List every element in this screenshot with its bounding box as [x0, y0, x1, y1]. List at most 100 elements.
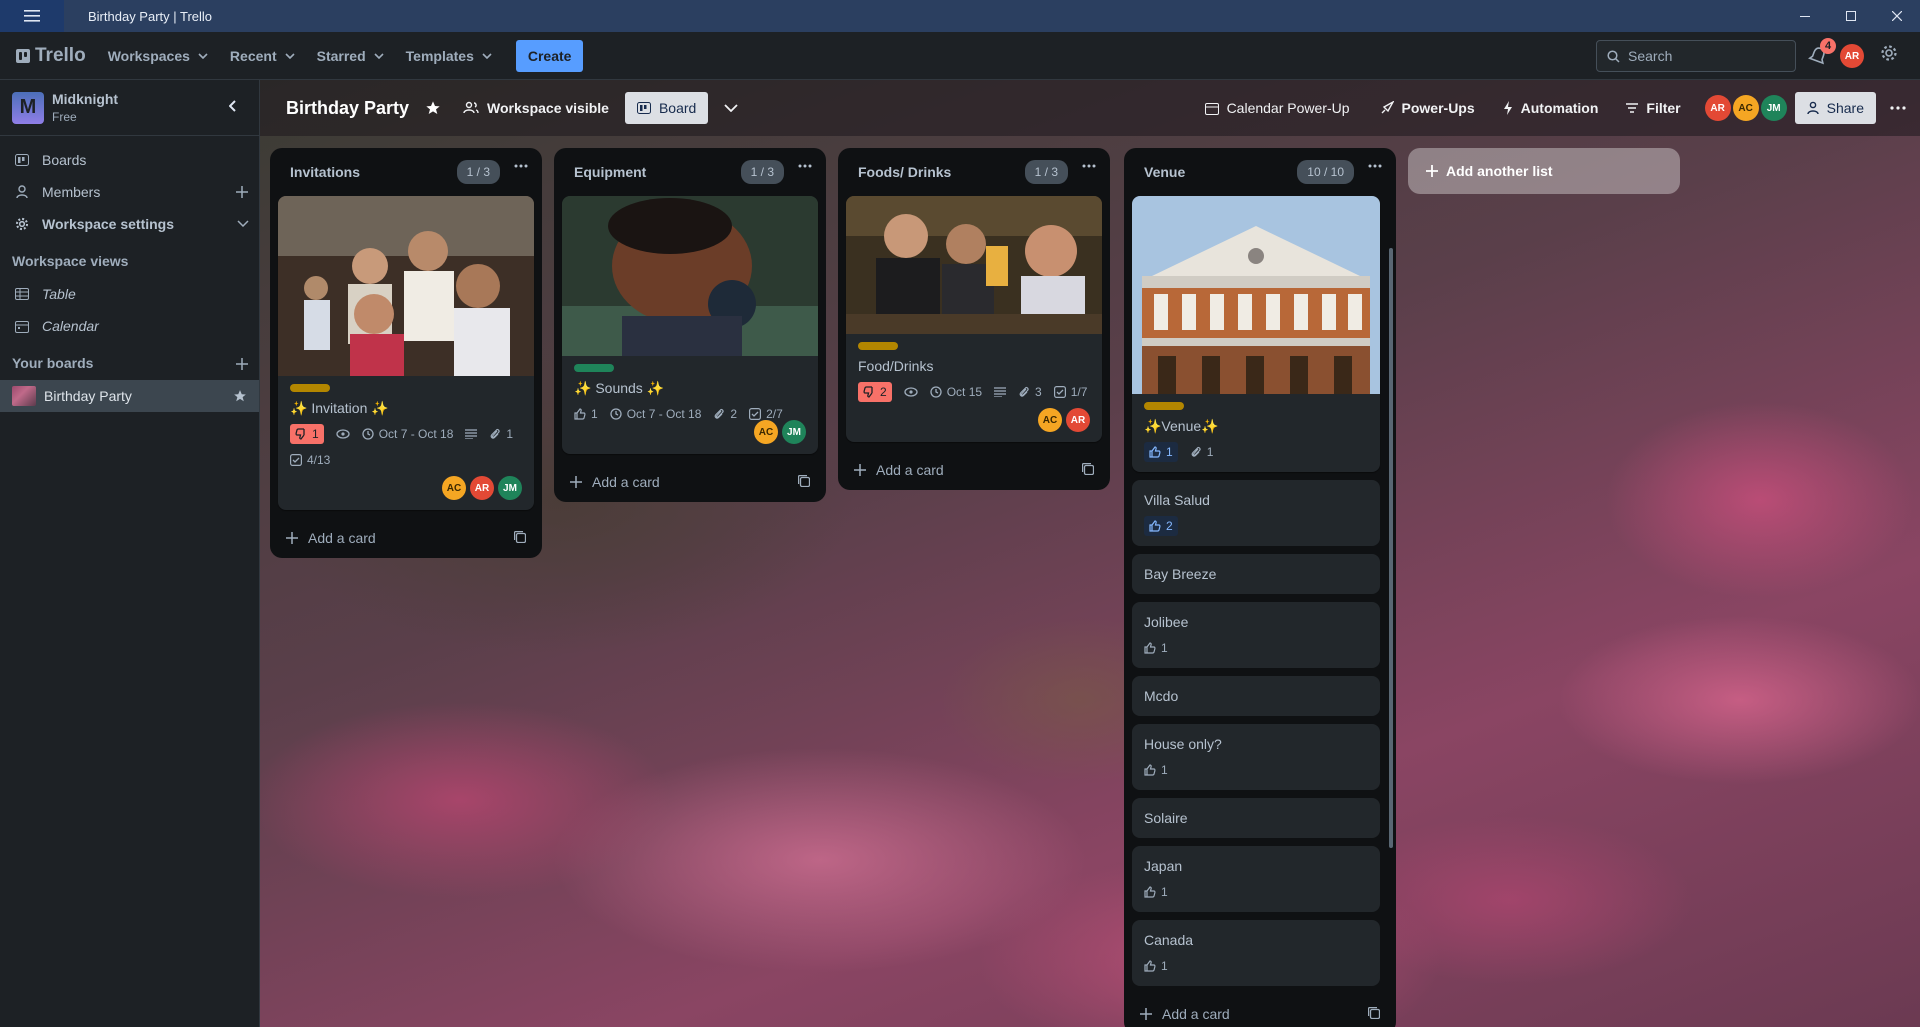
plus-icon	[286, 532, 298, 544]
views-dropdown-chevron-icon[interactable]	[724, 104, 738, 112]
board-thumbnail	[12, 386, 36, 406]
powerups-button[interactable]: Power-Ups	[1380, 100, 1475, 116]
card-label	[858, 342, 898, 350]
collapse-sidebar-icon[interactable]	[229, 100, 237, 112]
card-solaire[interactable]: Solaire	[1132, 798, 1380, 838]
chevron-down-icon	[482, 52, 492, 59]
list-title[interactable]: Venue	[1144, 164, 1185, 180]
workspaces-menu[interactable]: Workspaces	[108, 48, 208, 64]
calendar-powerup-button[interactable]: Calendar Power-Up	[1204, 100, 1350, 116]
sidebar-item-boards[interactable]: Boards	[0, 144, 259, 176]
filter-button[interactable]: Filter	[1626, 100, 1681, 116]
card-japan[interactable]: Japan 1	[1132, 846, 1380, 912]
thumbs-up-icon	[1149, 520, 1161, 532]
card-food-drinks[interactable]: Food/Drinks 2 Oct 15 3 1/7 AC AR	[846, 196, 1102, 442]
trello-logo[interactable]: Trello	[16, 45, 86, 67]
list-title[interactable]: Foods/ Drinks	[858, 164, 951, 180]
board-menu-icon[interactable]	[1890, 106, 1906, 110]
card-template-icon[interactable]	[514, 531, 526, 543]
minimize-button[interactable]	[1782, 0, 1828, 32]
close-window-button[interactable]	[1874, 0, 1920, 32]
search-input[interactable]: Search	[1596, 40, 1796, 72]
likes-badge: 1	[1144, 956, 1168, 976]
share-button[interactable]: Share	[1794, 92, 1876, 124]
card-template-icon[interactable]	[1082, 463, 1094, 475]
list-title[interactable]: Invitations	[290, 164, 360, 180]
add-card-button[interactable]: Add a card	[838, 450, 1110, 490]
hamburger-menu-button[interactable]	[0, 0, 64, 32]
avatar[interactable]: AR	[1704, 95, 1731, 121]
add-card-button[interactable]: Add a card	[1124, 994, 1396, 1027]
list-menu-icon[interactable]	[798, 164, 812, 168]
starred-menu[interactable]: Starred	[317, 48, 384, 64]
card-bay-breeze[interactable]: Bay Breeze	[1132, 554, 1380, 594]
dates-badge: Oct 7 - Oct 18	[362, 424, 453, 444]
add-card-button[interactable]: Add a card	[270, 518, 542, 558]
card-template-icon[interactable]	[798, 475, 810, 487]
attachments-badge: 1	[1190, 442, 1213, 462]
paperclip-icon	[1019, 386, 1029, 397]
avatar[interactable]: AC	[442, 476, 466, 500]
list-menu-icon[interactable]	[1082, 164, 1096, 168]
list-title[interactable]: Equipment	[574, 164, 646, 180]
avatar[interactable]: JM	[498, 476, 522, 500]
card-invitation[interactable]: ✨ Invitation ✨ 1 Oct 7 - Oct 18 1 4/13 A…	[278, 196, 534, 510]
avatar[interactable]: AR	[1066, 408, 1090, 432]
board-view-button[interactable]: Board	[624, 92, 709, 124]
avatar[interactable]: JM	[782, 420, 806, 444]
card-villa-salud[interactable]: Villa Salud 2	[1132, 480, 1380, 546]
checklist-badge: 1/7	[1053, 382, 1087, 402]
board-title[interactable]: Birthday Party	[286, 98, 409, 119]
visibility-button[interactable]: Workspace visible	[463, 100, 609, 116]
add-board-icon[interactable]	[235, 357, 249, 371]
card-jolibee[interactable]: Jolibee 1	[1132, 602, 1380, 668]
star-board-icon[interactable]	[425, 100, 441, 116]
sidebar-board-birthday-party[interactable]: Birthday Party	[0, 380, 259, 412]
card-template-icon[interactable]	[1368, 1007, 1380, 1019]
board-members[interactable]: AR AC JM	[1704, 95, 1787, 121]
list-menu-icon[interactable]	[514, 164, 528, 168]
thumbs-up-icon	[1144, 960, 1156, 972]
create-button[interactable]: Create	[515, 39, 584, 72]
workspace-name[interactable]: Midknight	[52, 91, 118, 107]
avatar[interactable]: AC	[754, 420, 778, 444]
likes-badge: 1	[1144, 442, 1178, 462]
card-canada[interactable]: Canada 1	[1132, 920, 1380, 986]
account-avatar[interactable]: AR	[1840, 44, 1864, 68]
add-card-button[interactable]: Add a card	[554, 462, 826, 502]
card-mcdo[interactable]: Mcdo	[1132, 676, 1380, 716]
automation-button[interactable]: Automation	[1503, 100, 1598, 116]
vote-badge: 2	[858, 382, 892, 402]
card-title: Mcdo	[1144, 688, 1179, 704]
avatar[interactable]: JM	[1760, 95, 1787, 121]
top-navigation: Trello Workspaces Recent Starred Templat…	[0, 32, 1920, 80]
avatar[interactable]: AC	[1038, 408, 1062, 432]
add-another-list-button[interactable]: Add another list	[1408, 148, 1680, 194]
maximize-button[interactable]	[1828, 0, 1874, 32]
list-scrollbar[interactable]	[1389, 248, 1393, 848]
settings-gear-icon[interactable]	[1880, 44, 1898, 62]
sidebar-item-workspace-settings[interactable]: Workspace settings	[0, 208, 259, 240]
avatar[interactable]: AC	[1732, 95, 1759, 121]
list-invitations: Invitations 1 / 3 ✨ Invitation ✨ 1 Oct 7…	[270, 148, 542, 558]
chevron-down-icon[interactable]	[237, 220, 249, 227]
list-menu-icon[interactable]	[1368, 164, 1382, 168]
card-house-only[interactable]: House only? 1	[1132, 724, 1380, 790]
recent-menu[interactable]: Recent	[230, 48, 295, 64]
trello-logo-icon	[16, 48, 30, 63]
notifications-button[interactable]: 4	[1806, 38, 1836, 68]
add-member-icon[interactable]	[235, 185, 249, 199]
card-venue[interactable]: ✨Venue✨ 1 1	[1132, 196, 1380, 472]
sidebar-item-members[interactable]: Members	[0, 176, 259, 208]
sidebar-item-calendar[interactable]: Calendar	[0, 310, 259, 342]
star-icon[interactable]	[233, 389, 247, 403]
watching-icon	[904, 382, 918, 402]
card-cover-image	[1132, 196, 1380, 394]
board-canvas: Birthday Party Workspace visible Board C…	[260, 80, 1920, 1027]
card-sounds[interactable]: ✨ Sounds ✨ 1 Oct 7 - Oct 18 2 2/7 AC JM	[562, 196, 818, 454]
templates-menu[interactable]: Templates	[406, 48, 492, 64]
avatar[interactable]: AR	[470, 476, 494, 500]
thumbs-up-icon	[1144, 764, 1156, 776]
card-label	[574, 364, 614, 372]
sidebar-item-table[interactable]: Table	[0, 278, 259, 310]
